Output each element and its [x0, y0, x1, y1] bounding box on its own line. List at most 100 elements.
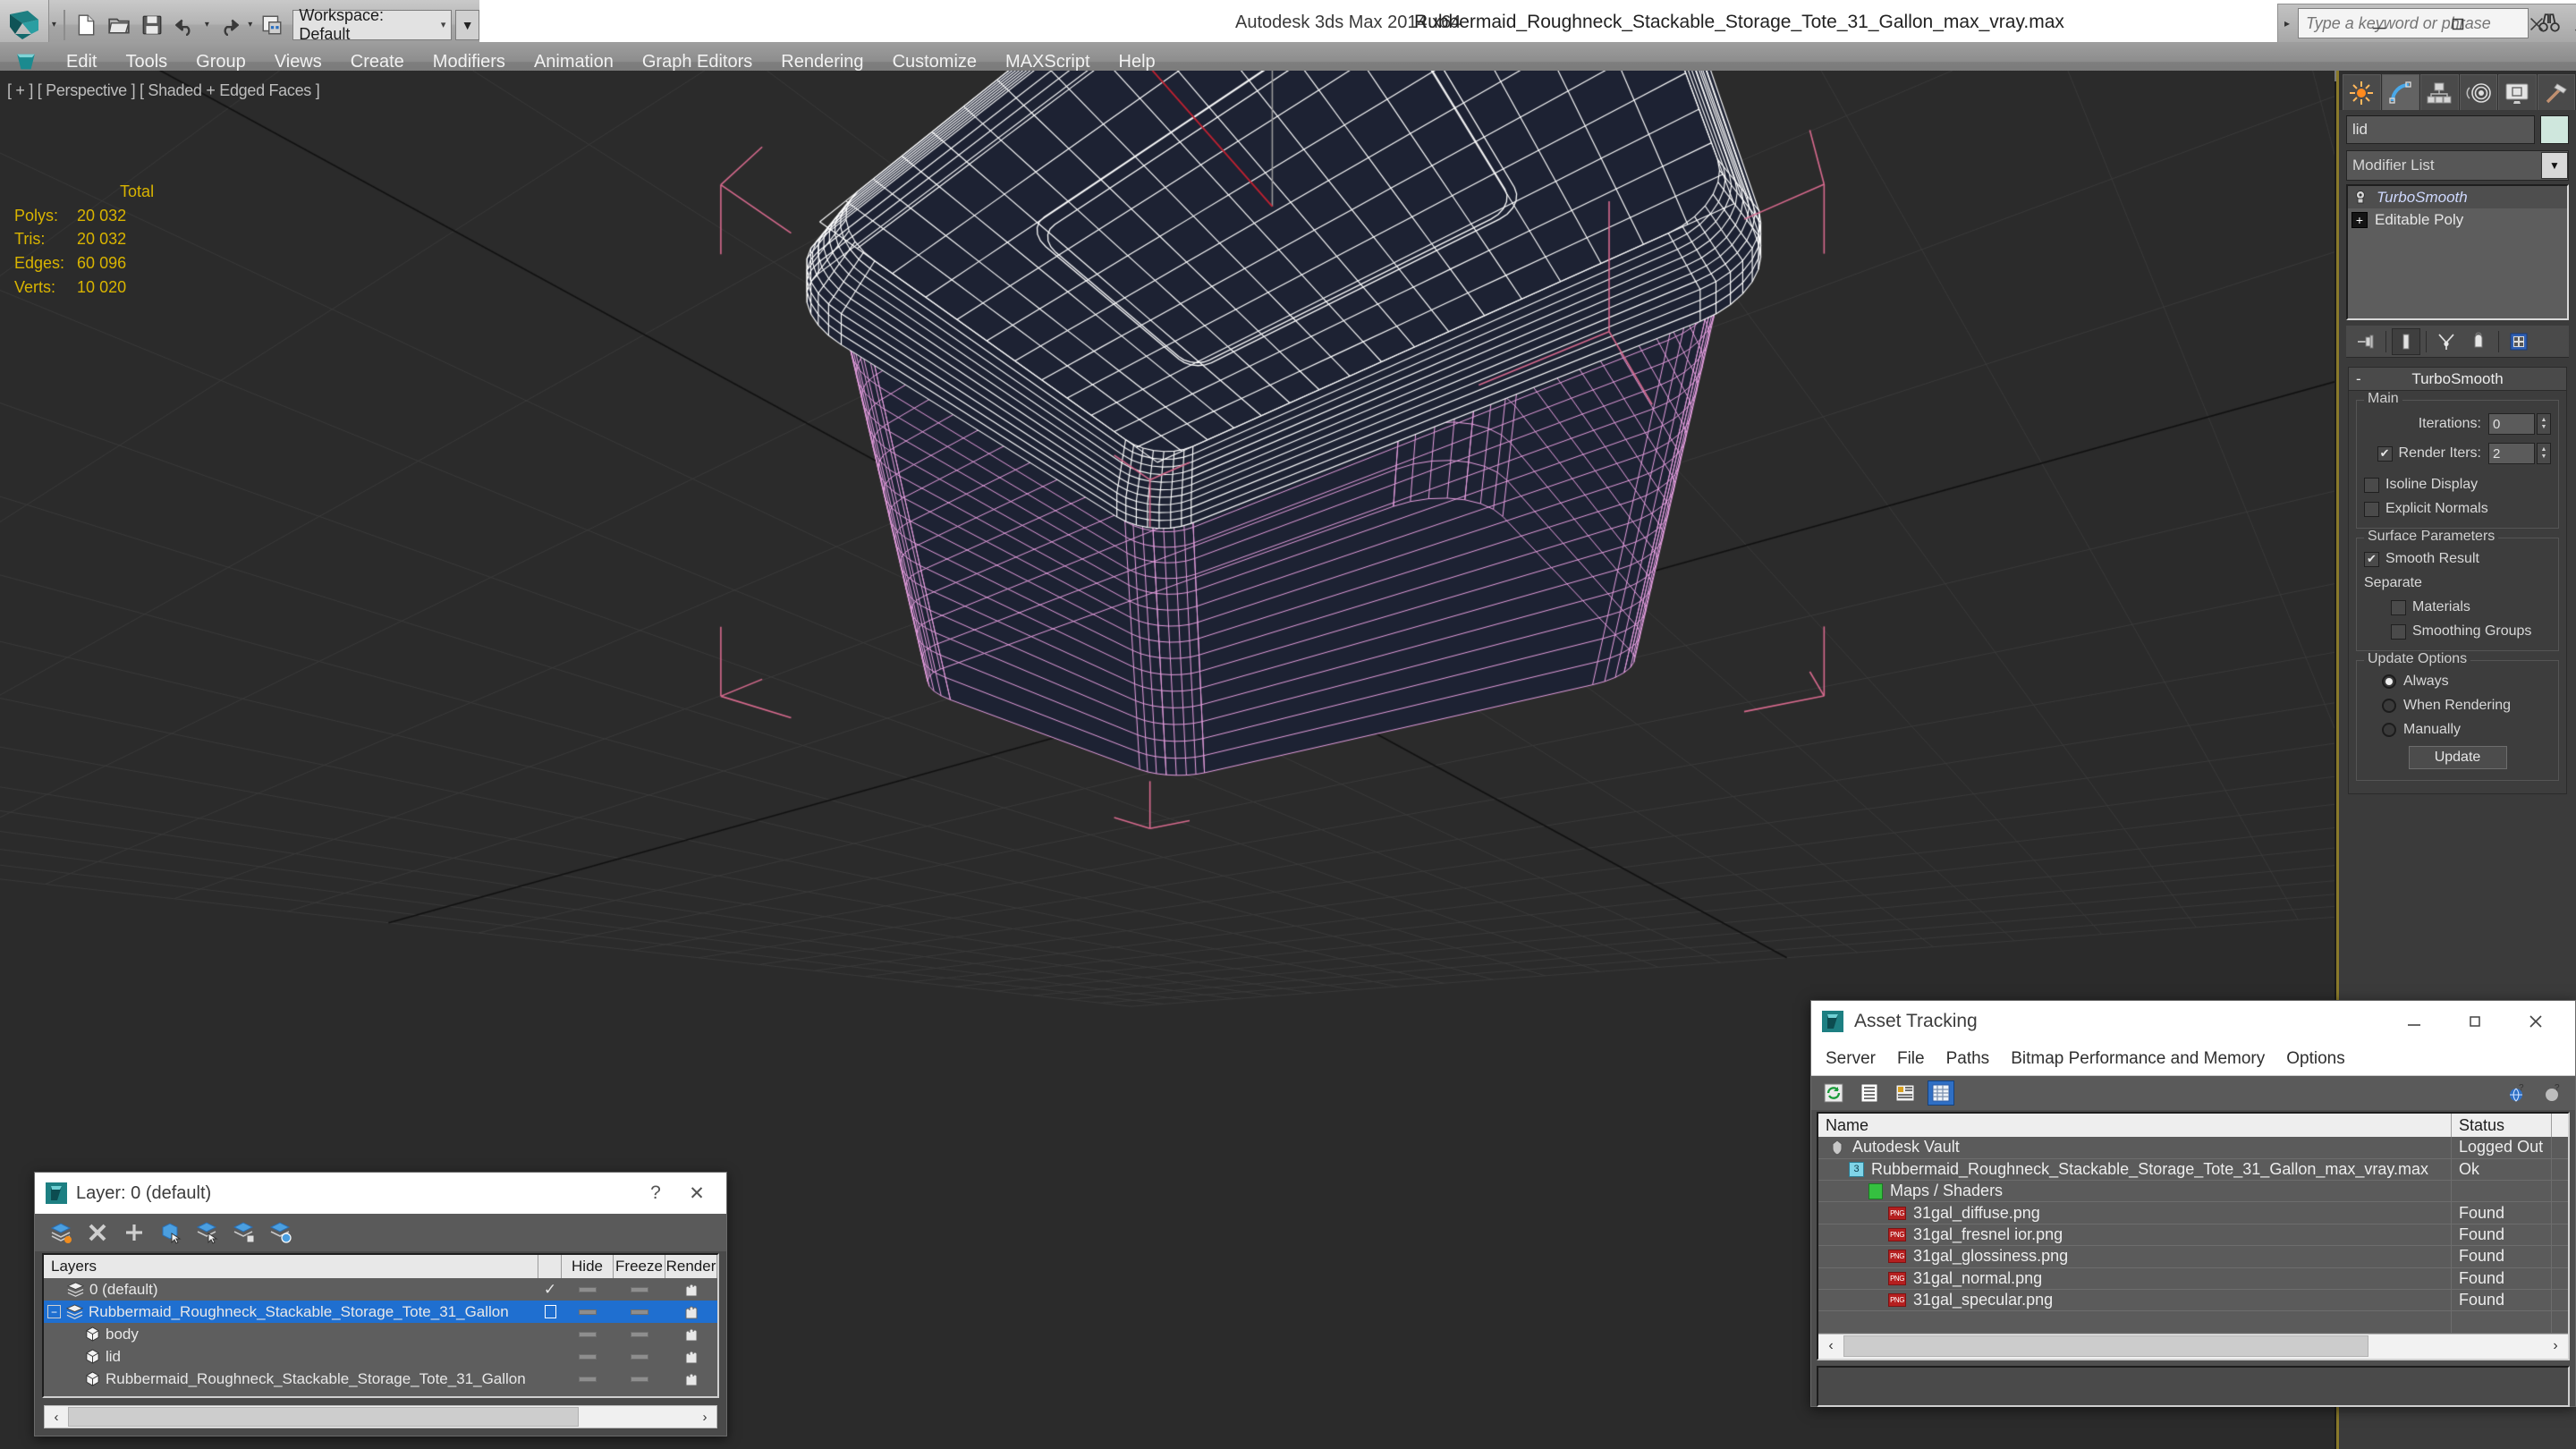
- menu-item-bitmap-performance[interactable]: Bitmap Performance and Memory: [2002, 1049, 2274, 1069]
- smooth-result-checkbox[interactable]: ✔: [2364, 551, 2379, 567]
- modifier-list-dropdown[interactable]: Modifier List ▼: [2346, 150, 2569, 181]
- maximize-icon[interactable]: [2445, 1002, 2505, 1041]
- redo-icon[interactable]: [212, 6, 245, 44]
- manually-radio[interactable]: [2382, 723, 2396, 737]
- maximize-icon[interactable]: [2419, 0, 2497, 48]
- object-name-field[interactable]: lid: [2346, 115, 2535, 144]
- select-highlighted-icon[interactable]: [194, 1219, 221, 1246]
- add-layer-icon[interactable]: [121, 1219, 148, 1246]
- list-view-icon[interactable]: [1856, 1080, 1883, 1106]
- help-button[interactable]: ?: [635, 1175, 676, 1211]
- layer-list[interactable]: Layers Hide Freeze Render 0 (default) ✓: [42, 1253, 719, 1398]
- hide-toggle[interactable]: [562, 1286, 614, 1292]
- scroll-left-icon[interactable]: ‹: [1818, 1338, 1843, 1354]
- save-icon[interactable]: [136, 6, 169, 44]
- table-row[interactable]: PNG 31gal_glossiness.png Found: [1818, 1246, 2568, 1268]
- tab-utilities[interactable]: [2537, 74, 2575, 110]
- asset-tracking-dialog[interactable]: Asset Tracking Server File Paths Bitmap …: [1810, 1000, 2576, 1407]
- new-layer-icon[interactable]: [47, 1219, 74, 1246]
- help-question-icon[interactable]: ?: [2539, 1080, 2566, 1106]
- render-toggle[interactable]: [665, 1282, 717, 1298]
- menu-item-file[interactable]: File: [1888, 1049, 1934, 1069]
- redo-caret-icon[interactable]: ▾: [245, 6, 255, 44]
- stack-item-editable-poly[interactable]: + Editable Poly: [2348, 208, 2567, 231]
- tab-display[interactable]: [2498, 74, 2537, 110]
- set-project-icon[interactable]: [255, 6, 288, 44]
- scrollbar-thumb[interactable]: [1843, 1335, 2368, 1358]
- minimize-icon[interactable]: [2384, 1002, 2445, 1041]
- render-iters-input[interactable]: 2: [2488, 443, 2535, 464]
- grid-view-icon[interactable]: [1928, 1080, 1954, 1106]
- layer-properties-icon[interactable]: [267, 1219, 294, 1246]
- iterations-spinner[interactable]: ▲ ▼: [2537, 413, 2551, 435]
- render-toggle[interactable]: [665, 1326, 717, 1343]
- show-end-result-icon[interactable]: [2392, 327, 2420, 355]
- scrollbar-thumb[interactable]: [68, 1407, 579, 1427]
- tab-motion[interactable]: [2459, 74, 2497, 110]
- viewport-label[interactable]: [ + ] [ Perspective ] [ Shaded + Edged F…: [7, 81, 320, 100]
- remove-modifier-icon[interactable]: [2464, 328, 2493, 355]
- lightbulb-icon[interactable]: [2351, 189, 2369, 207]
- open-icon[interactable]: [103, 6, 136, 44]
- asset-list[interactable]: Name Status Autodesk Vault Logged Out 3 …: [1817, 1112, 2570, 1360]
- app-menu-caret-icon[interactable]: ▾: [49, 6, 59, 44]
- configure-sets-icon[interactable]: [2504, 328, 2533, 355]
- asset-horizontal-scrollbar[interactable]: ‹ ›: [1818, 1333, 2568, 1360]
- smoothing-groups-checkbox[interactable]: [2391, 623, 2406, 640]
- tab-hierarchy[interactable]: [2420, 74, 2459, 110]
- table-row[interactable]: PNG 31gal_diffuse.png Found: [1818, 1202, 2568, 1224]
- delete-layer-icon[interactable]: [84, 1219, 111, 1246]
- materials-checkbox[interactable]: [2391, 599, 2406, 615]
- new-icon[interactable]: [70, 6, 103, 44]
- expander-icon[interactable]: −: [47, 1305, 61, 1318]
- hide-toggle[interactable]: [562, 1331, 614, 1337]
- collapse-icon[interactable]: -: [2356, 370, 2361, 388]
- close-icon[interactable]: [2497, 0, 2576, 48]
- table-row[interactable]: Maps / Shaders: [1818, 1181, 2568, 1203]
- table-row[interactable]: Autodesk Vault Logged Out: [1818, 1137, 2568, 1159]
- menu-item-paths[interactable]: Paths: [1937, 1049, 1999, 1069]
- undo-caret-icon[interactable]: ▾: [202, 6, 212, 44]
- freeze-toggle[interactable]: [614, 1331, 665, 1337]
- iterations-input[interactable]: 0: [2488, 413, 2535, 435]
- freeze-toggle[interactable]: [614, 1309, 665, 1315]
- table-row[interactable]: PNG 31gal_fresnel ior.png Found: [1818, 1224, 2568, 1247]
- menu-item-server[interactable]: Server: [1817, 1049, 1885, 1069]
- current-layer-check[interactable]: [538, 1305, 562, 1318]
- freeze-toggle[interactable]: [614, 1376, 665, 1382]
- table-row[interactable]: 0 (default) ✓: [44, 1278, 717, 1301]
- minimize-icon[interactable]: [2340, 0, 2419, 48]
- refresh-icon[interactable]: [1820, 1080, 1847, 1106]
- update-button[interactable]: Update: [2408, 746, 2507, 769]
- table-row[interactable]: lid: [44, 1345, 717, 1368]
- layer-horizontal-scrollbar[interactable]: ‹ ›: [44, 1405, 717, 1428]
- explicit-normals-checkbox[interactable]: [2364, 501, 2379, 517]
- table-row[interactable]: Rubbermaid_Roughneck_Stackable_Storage_T…: [44, 1368, 717, 1390]
- search-expand-icon[interactable]: ▸: [2282, 17, 2292, 30]
- render-toggle[interactable]: [665, 1349, 717, 1365]
- modifier-stack[interactable]: TurboSmooth + Editable Poly: [2346, 184, 2569, 320]
- table-row[interactable]: PNG 31gal_normal.png Found: [1818, 1267, 2568, 1291]
- menu-item-options[interactable]: Options: [2277, 1049, 2353, 1069]
- hide-toggle[interactable]: [562, 1309, 614, 1315]
- plus-box-icon[interactable]: +: [2351, 211, 2368, 228]
- hide-toggle[interactable]: [562, 1353, 614, 1360]
- hide-toggle[interactable]: [562, 1376, 614, 1382]
- rollout-header[interactable]: - TurboSmooth: [2349, 368, 2566, 391]
- freeze-toggle[interactable]: [614, 1286, 665, 1292]
- detail-view-icon[interactable]: [1892, 1080, 1919, 1106]
- scroll-right-icon[interactable]: ›: [693, 1410, 716, 1425]
- current-layer-check[interactable]: ✓: [538, 1281, 562, 1299]
- render-iters-spinner[interactable]: ▲ ▼: [2537, 443, 2551, 464]
- stack-item-turbosmooth[interactable]: TurboSmooth: [2348, 186, 2567, 208]
- scroll-right-icon[interactable]: ›: [2543, 1338, 2568, 1354]
- chevron-down-icon[interactable]: ▼: [2541, 152, 2568, 179]
- help-globe-icon[interactable]: ?: [2504, 1080, 2530, 1106]
- workspace-dropdown-button[interactable]: ▼: [455, 9, 479, 40]
- workspace-selector[interactable]: Workspace: Default ▾: [292, 6, 453, 43]
- highlight-selected-icon[interactable]: [231, 1219, 258, 1246]
- scroll-left-icon[interactable]: ‹: [45, 1410, 68, 1425]
- tab-create[interactable]: [2343, 74, 2381, 110]
- render-toggle[interactable]: [665, 1304, 717, 1320]
- table-row[interactable]: PNG 31gal_specular.png Found: [1818, 1290, 2568, 1312]
